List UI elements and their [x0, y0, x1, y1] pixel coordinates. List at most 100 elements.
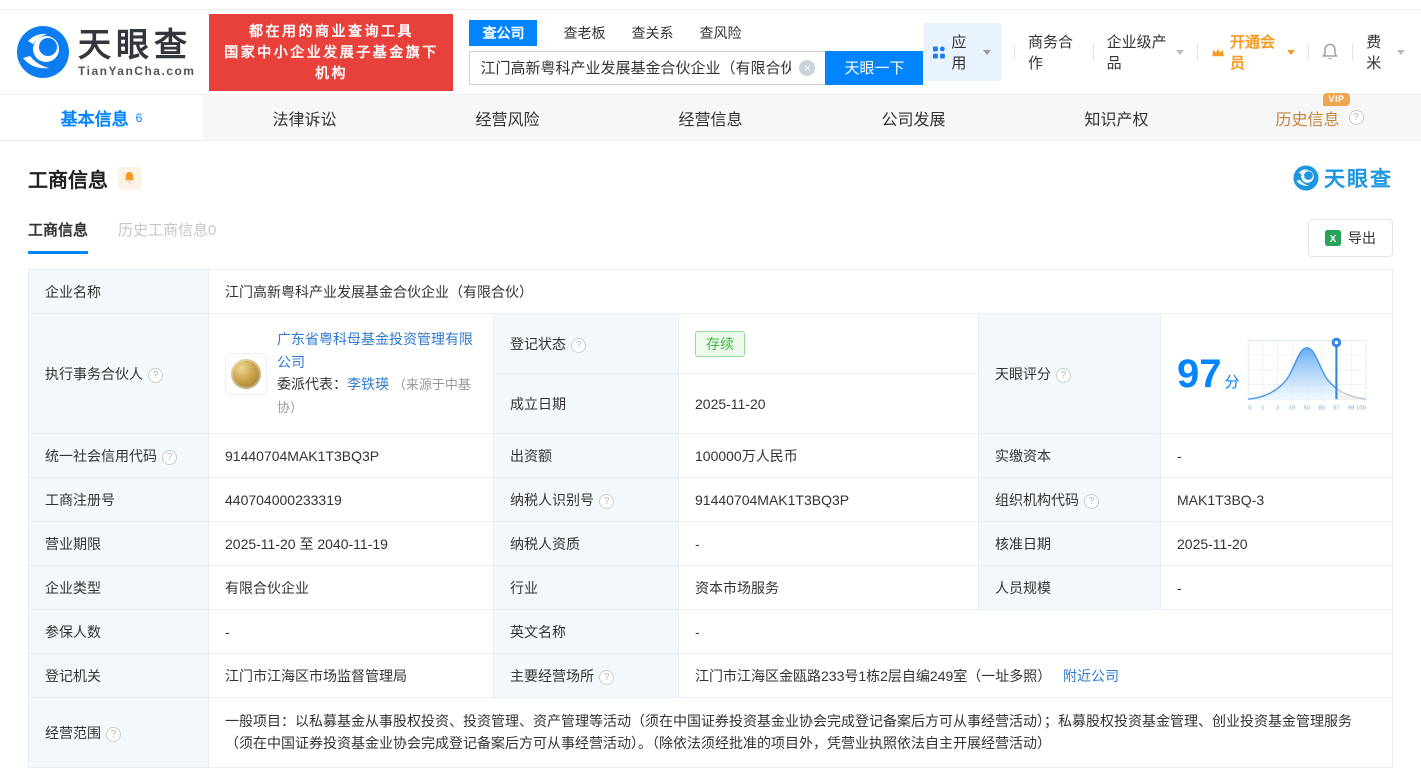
search-tabs: 查公司 查老板 查关系 查风险 [469, 19, 923, 46]
founded-value: 2025-11-20 [678, 373, 979, 434]
clear-search-icon[interactable]: × [799, 59, 816, 76]
table-row: 企业名称 江门高新粤科产业发展基金合伙企业（有限合伙） [28, 269, 1393, 314]
vip-label: 开通会员 [1230, 34, 1276, 72]
founded-label: 成立日期 [493, 373, 679, 434]
notification-bell[interactable] [1321, 43, 1339, 62]
export-button[interactable]: X 导出 [1308, 219, 1393, 257]
export-label: 导出 [1348, 230, 1376, 246]
help-icon[interactable]: ? [148, 367, 163, 383]
rep-label: 委派代表： [277, 376, 347, 393]
scope-value: 一般项目：以私募基金从事股权投资、投资管理、资产管理等活动（须在中国证券投资基金… [208, 697, 1393, 768]
address-cell: 江门市江海区金瓯路233号1栋2层自编249室（一址多照） 附近公司 [678, 653, 1393, 698]
table-row: 执行事务合伙人? 广东省粤科母基金投资管理有限公司 委派代表：李铁瑛 （来源于中… [28, 313, 1393, 434]
tab-operating-risk[interactable]: 经营风险 [406, 95, 609, 140]
table-row: 经营范围? 一般项目：以私募基金从事股权投资、投资管理、资产管理等活动（须在中国… [28, 697, 1393, 768]
credit-code-label: 统一社会信用代码? [28, 433, 209, 478]
tianyancha-logo-icon [17, 26, 69, 78]
brand-domain: TianYanCha.com [78, 63, 196, 78]
header-menu: 应用 商务合作 企业级产品 开通会员 费米 [923, 23, 1405, 81]
approve-date-label: 核准日期 [978, 521, 1161, 566]
chevron-down-icon [983, 49, 992, 55]
approve-date-value: 2025-11-20 [1160, 521, 1393, 566]
taxpayer-quality-value: - [678, 521, 979, 566]
scope-label: 经营范围? [28, 697, 209, 768]
tab-basic-info-count: 6 [135, 110, 143, 125]
partner-company-link[interactable]: 广东省粤科母基金投资管理有限公司 [277, 331, 473, 369]
company-name-value: 江门高新粤科产业发展基金合伙企业（有限合伙） [208, 269, 1393, 314]
svg-text:97: 97 [1333, 405, 1339, 411]
capital-value: 100000万人民币 [678, 433, 979, 478]
tab-basic-info-label: 基本信息 [60, 110, 129, 129]
score-value: 97 [1177, 351, 1222, 396]
authority-label: 登记机关 [28, 653, 209, 698]
score-distribution-chart: 0 1 3 15 50 85 97 99 100 [1247, 337, 1367, 411]
excel-icon: X [1325, 230, 1341, 246]
help-icon[interactable]: ? [1348, 110, 1364, 125]
search-button[interactable]: 天眼一下 [825, 50, 924, 85]
divider [1352, 44, 1354, 60]
rep-name-link[interactable]: 李铁瑛 [347, 376, 389, 392]
apps-menu[interactable]: 应用 [923, 23, 1002, 81]
svg-text:50: 50 [1304, 405, 1310, 411]
help-icon[interactable]: ? [599, 669, 614, 685]
subtab-history-business-info[interactable]: 历史工商信息0 [118, 219, 216, 254]
taxpayer-id-label: 纳税人识别号? [493, 477, 679, 522]
status-label: 登记状态? [493, 313, 679, 374]
search-block: 查公司 查老板 查关系 查风险 × 天眼一下 [469, 19, 924, 85]
slogan-line1: 都在用的商业查询工具 [248, 22, 414, 39]
tianyancha-logo-icon [1293, 165, 1319, 191]
search-tab-boss[interactable]: 查老板 [563, 23, 605, 43]
table-row: 企业类型 有限合伙企业 行业 资本市场服务 人员规模 - [28, 565, 1393, 610]
table-row: 参保人数 - 英文名称 - [28, 609, 1393, 654]
subtab-business-info[interactable]: 工商信息 [28, 219, 89, 254]
table-row: 统一社会信用代码? 91440704MAK1T3BQ3P 出资额 100000万… [28, 433, 1393, 478]
tab-company-development[interactable]: 公司发展 [812, 95, 1015, 140]
authority-value: 江门市江海区市场监督管理局 [208, 653, 494, 698]
credit-code-value: 91440704MAK1T3BQ3P [208, 433, 494, 478]
search-tab-company[interactable]: 查公司 [469, 19, 538, 46]
menu-open-vip[interactable]: 开通会员 [1211, 31, 1295, 73]
industry-value: 资本市场服务 [678, 565, 979, 610]
svg-text:15: 15 [1289, 405, 1295, 411]
paid-capital-label: 实缴资本 [978, 433, 1161, 478]
tab-legal[interactable]: 法律诉讼 [203, 95, 406, 140]
user-menu[interactable]: 费米 [1366, 31, 1405, 73]
english-name-value: - [678, 609, 1393, 654]
menu-cooperation[interactable]: 商务合作 [1028, 31, 1080, 73]
company-type-value: 有限合伙企业 [208, 565, 494, 610]
divider [1014, 44, 1016, 60]
search-tab-relation[interactable]: 查关系 [631, 23, 673, 43]
partner-label: 执行事务合伙人? [28, 313, 209, 434]
help-icon[interactable]: ? [106, 726, 121, 742]
bell-icon [124, 171, 135, 183]
tab-basic-info[interactable]: 基本信息 6 [0, 95, 203, 140]
score-cell: 97 分 0 1 3 15 50 85 97 99 100 [1160, 313, 1393, 434]
bell-icon [1322, 43, 1339, 59]
partner-company-avatar[interactable] [225, 352, 267, 395]
table-row: 登记机关 江门市江海区市场监督管理局 主要经营场所? 江门市江海区金瓯路233号… [28, 653, 1393, 698]
tab-intellectual-property[interactable]: 知识产权 [1015, 95, 1218, 140]
watermark-text: 天眼查 [1324, 168, 1393, 191]
help-icon[interactable]: ? [571, 337, 586, 353]
chevron-down-icon [1176, 49, 1185, 55]
taxpayer-id-value: 91440704MAK1T3BQ3P [678, 477, 979, 522]
search-input[interactable] [469, 50, 826, 85]
subscribe-bell[interactable] [118, 166, 141, 190]
svg-text:100: 100 [1356, 405, 1366, 411]
company-nav-tabs: 基本信息 6 法律诉讼 经营风险 经营信息 公司发展 知识产权 VIP 历史信息… [0, 92, 1421, 141]
nearby-companies-link[interactable]: 附近公司 [1063, 668, 1119, 684]
help-icon[interactable]: ? [599, 493, 614, 509]
capital-label: 出资额 [493, 433, 679, 478]
help-icon[interactable]: ? [162, 449, 177, 465]
divider [1092, 44, 1094, 60]
tab-business-info[interactable]: 经营信息 [609, 95, 812, 140]
brand-logo[interactable]: 天眼查 TianYanCha.com [16, 25, 195, 79]
chevron-down-icon [1397, 49, 1405, 55]
help-icon[interactable]: ? [1056, 367, 1071, 383]
menu-enterprise[interactable]: 企业级产品 [1107, 31, 1185, 73]
svg-text:X: X [1330, 234, 1337, 245]
industry-label: 行业 [493, 565, 679, 610]
tab-history-info[interactable]: VIP 历史信息 ? [1218, 92, 1421, 140]
help-icon[interactable]: ? [1084, 493, 1099, 509]
search-tab-risk[interactable]: 查风险 [699, 23, 741, 43]
